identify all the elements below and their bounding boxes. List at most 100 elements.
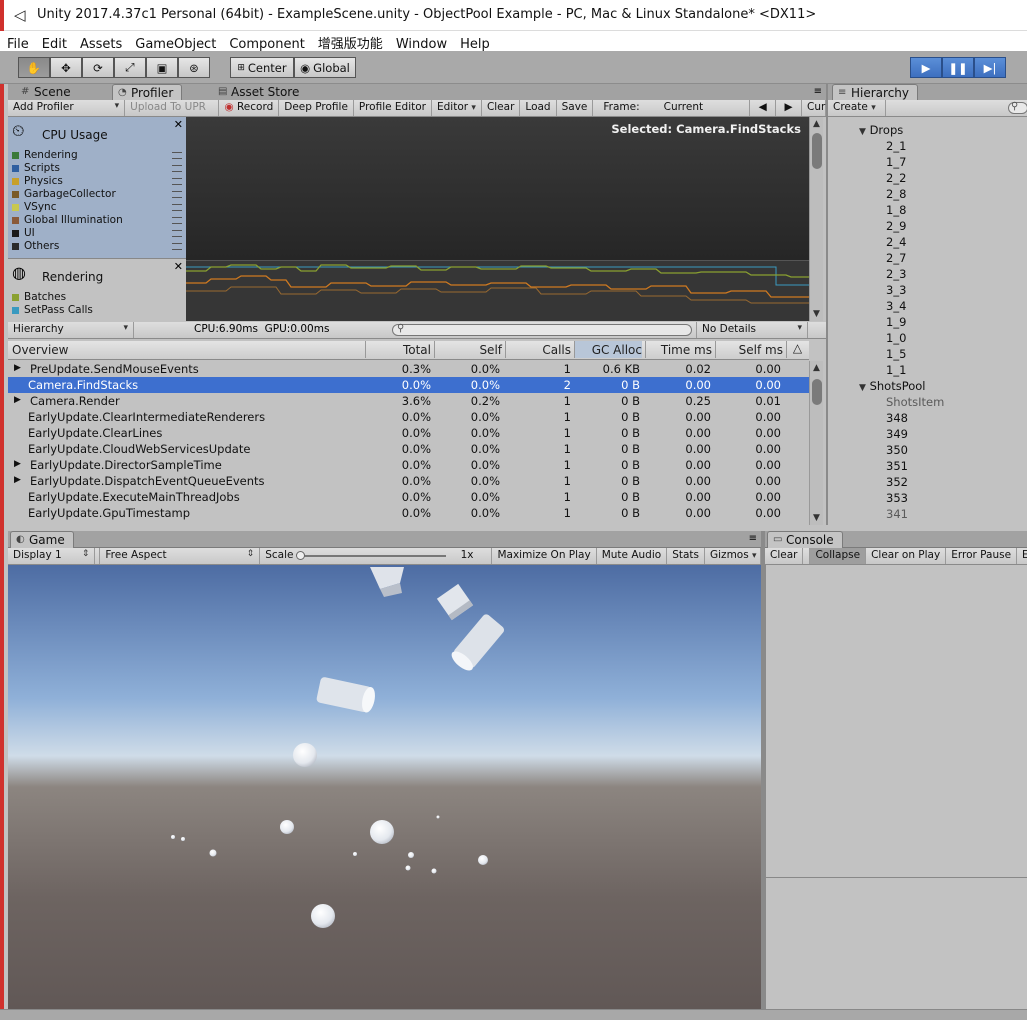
clear-on-play-toggle[interactable]: Clear on Play	[866, 548, 947, 564]
menu-component[interactable]: Component	[222, 35, 310, 52]
tab-hierarchy[interactable]: ≡ Hierarchy	[832, 84, 919, 101]
scrollbar-thumb[interactable]	[812, 379, 822, 405]
table-row[interactable]: EarlyUpdate.ClearLines 0.0% 0.0% 1 0 B 0.00 0.…	[8, 425, 809, 441]
expand-arrow-icon[interactable]: ▼	[859, 383, 866, 393]
hierarchy-search-input[interactable]: ⚲	[1008, 101, 1027, 114]
stats-toggle[interactable]: Stats	[667, 548, 705, 564]
menu-enhanced[interactable]: 增强版功能	[311, 31, 389, 52]
maximize-on-play-toggle[interactable]: Maximize On Play	[492, 548, 597, 564]
hierarchy-item[interactable]: 351	[886, 459, 908, 473]
hierarchy-item[interactable]: ShotsItem	[886, 395, 944, 409]
col-overview[interactable]: Overview	[12, 343, 69, 357]
cpu-legend-item[interactable]: VSync	[8, 201, 186, 214]
drag-handle-icon[interactable]	[172, 178, 182, 185]
cpu-legend-item[interactable]: Physics	[8, 175, 186, 188]
scale-track[interactable]	[298, 555, 447, 557]
hierarchy-item[interactable]: 1_5	[886, 347, 906, 361]
scale-slider[interactable]: Scale 1x	[260, 548, 493, 564]
scrollbar-thumb[interactable]	[812, 133, 822, 169]
current-frame-button[interactable]: Cur	[802, 100, 826, 116]
step-button[interactable]: ▶|	[974, 57, 1006, 78]
menu-window[interactable]: Window	[389, 35, 453, 52]
hierarchy-item[interactable]: 352	[886, 475, 908, 489]
cpu-legend-item[interactable]: Global Illumination	[8, 214, 186, 227]
drag-handle-icon[interactable]	[172, 230, 182, 237]
tab-scene[interactable]: # Scene	[16, 84, 79, 101]
cpu-legend-item[interactable]: Rendering	[8, 149, 186, 162]
console-clear-button[interactable]: Clear	[765, 548, 804, 564]
hierarchy-item[interactable]: 3_3	[886, 283, 906, 297]
create-dropdown[interactable]: Create ▾	[828, 100, 886, 116]
drag-handle-icon[interactable]	[172, 152, 182, 159]
hand-tool-button[interactable]: ✋	[18, 57, 50, 78]
scroll-down-icon[interactable]: ▼	[813, 513, 820, 523]
table-row[interactable]: ▶ EarlyUpdate.DispatchEventQueueEvents 0.0…	[8, 473, 809, 489]
col-self[interactable]: Self	[434, 341, 502, 358]
error-pause-toggle[interactable]: Error Pause	[946, 548, 1018, 564]
next-frame-button[interactable]: ▶	[776, 100, 802, 116]
hierarchy-item[interactable]: 1_0	[886, 331, 906, 345]
play-button[interactable]: ▶	[910, 57, 942, 78]
cpu-legend-item[interactable]: UI	[8, 227, 186, 240]
pivot-center-button[interactable]: ⊞ Center	[230, 57, 294, 78]
panel-divider[interactable]	[826, 84, 828, 525]
record-button[interactable]: ◉ Record	[219, 100, 280, 116]
load-button[interactable]: Load	[520, 100, 557, 116]
hierarchy-item[interactable]: 2_1	[886, 139, 906, 153]
expand-arrow-icon[interactable]: ▼	[859, 127, 866, 137]
aspect-dropdown[interactable]: Free Aspect ⇕	[99, 548, 261, 564]
hierarchy-item[interactable]: 349	[886, 427, 908, 441]
hierarchy-item[interactable]: 2_9	[886, 219, 906, 233]
transform-tool-button[interactable]: ⊛	[178, 57, 210, 78]
hierarchy-item[interactable]: 2_3	[886, 267, 906, 281]
search-input[interactable]: ⚲	[392, 323, 692, 336]
col-gc-alloc[interactable]: GC Alloc	[574, 341, 642, 358]
scroll-up-icon[interactable]: ▲	[813, 363, 820, 373]
hierarchy-item[interactable]: 3_4	[886, 299, 906, 313]
hierarchy-item[interactable]: 1_9	[886, 315, 906, 329]
clear-button[interactable]: Clear	[482, 100, 521, 116]
close-icon[interactable]: ✕	[174, 260, 183, 273]
game-viewport[interactable]	[8, 565, 761, 1009]
console-log-area[interactable]	[765, 565, 1027, 1009]
scale-thumb[interactable]	[296, 551, 306, 560]
collapse-toggle[interactable]: Collapse	[809, 548, 867, 564]
scroll-up-icon[interactable]: ▲	[813, 119, 820, 129]
close-icon[interactable]: ✕	[174, 118, 183, 131]
hierarchy-item[interactable]: 2_8	[886, 187, 906, 201]
hierarchy-item[interactable]: 353	[886, 491, 908, 505]
hierarchy-item[interactable]: 2_4	[886, 235, 906, 249]
table-row[interactable]: EarlyUpdate.ExecuteMainThreadJobs 0.0% 0.0…	[8, 489, 809, 505]
pause-button[interactable]: ❚❚	[942, 57, 974, 78]
drag-handle-icon[interactable]	[172, 191, 182, 198]
deep-profile-button[interactable]: Deep Profile	[279, 100, 354, 116]
table-row[interactable]: ▶ PreUpdate.SendMouseEvents 0.3% 0.0% 1 0.6 K…	[8, 361, 809, 377]
hierarchy-item[interactable]: ▼ Drops	[859, 123, 903, 137]
hierarchy-item[interactable]: 2_7	[886, 251, 906, 265]
menu-assets[interactable]: Assets	[73, 35, 128, 52]
details-dropdown[interactable]: No Details ▾	[696, 322, 808, 338]
prev-frame-button[interactable]: ◀	[750, 100, 777, 116]
table-row[interactable]: Camera.FindStacks 0.0% 0.0% 2 0 B 0.00 0.00	[8, 377, 809, 393]
menu-gameobject[interactable]: GameObject	[128, 35, 222, 52]
table-row[interactable]: EarlyUpdate.CloudWebServicesUpdate 0.0% 0.…	[8, 441, 809, 457]
drag-handle-icon[interactable]	[172, 165, 182, 172]
tab-console[interactable]: ▭ Console	[767, 531, 843, 548]
profile-editor-button[interactable]: Profile Editor	[354, 100, 432, 116]
profiler-graph-area[interactable]: Selected: Camera.FindStacks	[186, 117, 809, 321]
warning-icon[interactable]: △	[786, 341, 808, 358]
table-row[interactable]: ▶ Camera.Render 3.6% 0.2% 1 0 B 0.25 0.01	[8, 393, 809, 409]
col-calls[interactable]: Calls	[505, 341, 571, 358]
tab-menu-icon[interactable]: ≡	[749, 533, 757, 544]
rendering-legend-item[interactable]: Batches	[8, 291, 186, 304]
mute-audio-toggle[interactable]: Mute Audio	[597, 548, 668, 564]
table-row[interactable]: EarlyUpdate.ClearIntermediateRenderers 0.…	[8, 409, 809, 425]
expand-arrow-icon[interactable]: ▶	[14, 459, 21, 469]
menu-help[interactable]: Help	[453, 35, 496, 52]
hierarchy-item[interactable]: 1_7	[886, 155, 906, 169]
hierarchy-item[interactable]: 350	[886, 443, 908, 457]
save-button[interactable]: Save	[557, 100, 594, 116]
rect-tool-button[interactable]: ▣	[146, 57, 178, 78]
editor-toggle[interactable]: E	[1017, 548, 1027, 564]
rotate-tool-button[interactable]: ⟳	[82, 57, 114, 78]
